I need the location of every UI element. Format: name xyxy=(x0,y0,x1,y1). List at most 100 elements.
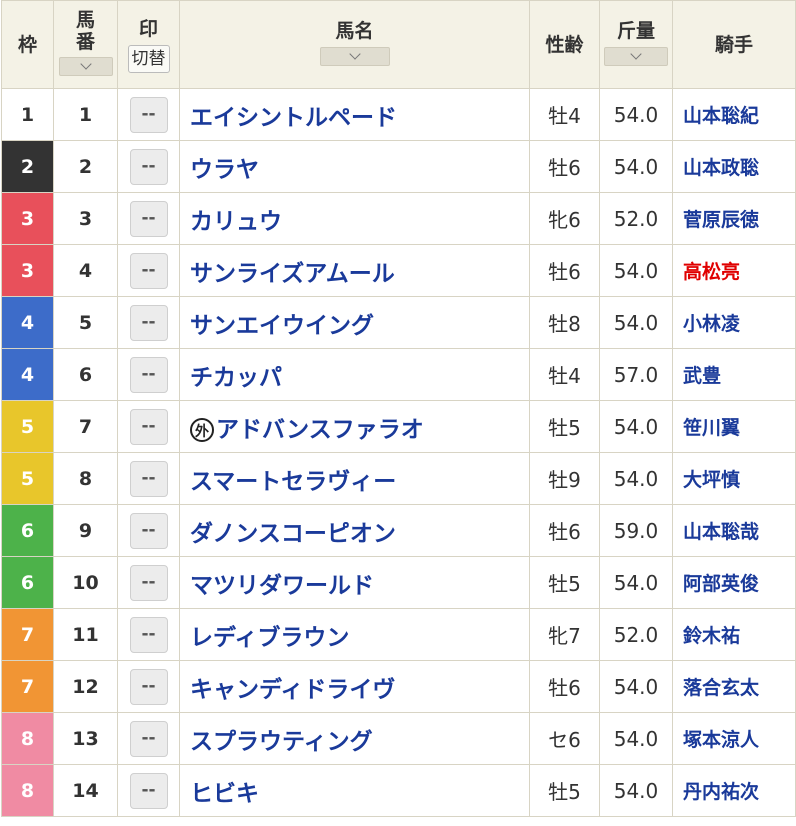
waku-cell: 3 xyxy=(1,192,54,245)
header-umaban: 馬番 xyxy=(53,0,118,89)
mark-select-button[interactable]: -- xyxy=(129,252,168,289)
waku-cell: 6 xyxy=(1,504,54,557)
umaban-cell: 5 xyxy=(53,296,118,349)
sex-age-cell: 牡6 xyxy=(529,244,600,297)
waku-cell: 2 xyxy=(1,140,54,193)
table-row: 8 13 -- スプラウティング セ6 54.0 塚本涼人 xyxy=(1,712,796,765)
header-jockey-label: 騎手 xyxy=(714,33,753,56)
header-horse-label: 馬名 xyxy=(335,19,374,42)
weight-cell: 54.0 xyxy=(599,556,673,609)
header-row: 枠 馬番 印 切替 馬名 性齢 斤量 騎手 xyxy=(1,0,796,89)
jockey-link[interactable]: 武豊 xyxy=(672,348,796,401)
horse-name-link[interactable]: ダノンスコーピオン xyxy=(179,504,530,557)
jockey-link[interactable]: 落合玄太 xyxy=(672,660,796,713)
mark-select-button[interactable]: -- xyxy=(129,512,168,549)
sex-age-cell: 牡9 xyxy=(529,452,600,505)
horse-name-link[interactable]: ウラヤ xyxy=(179,140,530,193)
table-row: 5 7 -- 外アドバンスファラオ 牡5 54.0 笹川翼 xyxy=(1,400,796,453)
waku-cell: 6 xyxy=(1,556,54,609)
umaban-cell: 9 xyxy=(53,504,118,557)
sex-age-cell: 牝7 xyxy=(529,608,600,661)
mark-cell: -- xyxy=(117,764,180,817)
table-row: 1 1 -- エイシントルペード 牡4 54.0 山本聡紀 xyxy=(1,88,796,141)
waku-cell: 8 xyxy=(1,712,54,765)
horse-name-link[interactable]: サンライズアムール xyxy=(179,244,530,297)
mark-select-button[interactable]: -- xyxy=(129,148,168,185)
mark-select-button[interactable]: -- xyxy=(129,564,168,601)
horse-name-link[interactable]: エイシントルペード xyxy=(179,88,530,141)
header-mark: 印 切替 xyxy=(117,0,180,89)
horse-name-link[interactable]: チカッパ xyxy=(179,348,530,401)
waku-cell: 1 xyxy=(1,88,54,141)
jockey-link[interactable]: 山本聡紀 xyxy=(672,88,796,141)
sort-weight-button[interactable] xyxy=(604,46,668,66)
waku-cell: 7 xyxy=(1,608,54,661)
mark-cell: -- xyxy=(117,504,180,557)
header-umaban-label: 馬番 xyxy=(75,8,95,53)
horse-name-link[interactable]: スマートセラヴィー xyxy=(179,452,530,505)
table-row: 3 3 -- カリュウ 牝6 52.0 菅原辰徳 xyxy=(1,192,796,245)
jockey-link[interactable]: 丹内祐次 xyxy=(672,764,796,817)
mark-select-button[interactable]: -- xyxy=(129,408,168,445)
table-row: 7 11 -- レディブラウン 牝7 52.0 鈴木祐 xyxy=(1,608,796,661)
jockey-link[interactable]: 阿部英俊 xyxy=(672,556,796,609)
weight-cell: 54.0 xyxy=(599,244,673,297)
waku-cell: 5 xyxy=(1,400,54,453)
jockey-link[interactable]: 笹川翼 xyxy=(672,400,796,453)
sex-age-cell: 牡6 xyxy=(529,140,600,193)
weight-cell: 57.0 xyxy=(599,348,673,401)
chevron-down-icon xyxy=(79,57,92,70)
jockey-link[interactable]: 菅原辰徳 xyxy=(672,192,796,245)
jockey-link[interactable]: 高松亮 xyxy=(672,244,796,297)
weight-cell: 52.0 xyxy=(599,192,673,245)
weight-cell: 54.0 xyxy=(599,140,673,193)
mark-select-button[interactable]: -- xyxy=(129,616,168,653)
weight-cell: 54.0 xyxy=(599,712,673,765)
jockey-link[interactable]: 山本政聡 xyxy=(672,140,796,193)
mark-select-button[interactable]: -- xyxy=(129,772,168,809)
horse-name-text: アドバンスファラオ xyxy=(216,416,424,443)
mark-select-button[interactable]: -- xyxy=(129,460,168,497)
waku-cell: 4 xyxy=(1,296,54,349)
mark-switch-button[interactable]: 切替 xyxy=(127,44,170,73)
mark-cell: -- xyxy=(117,348,180,401)
sort-umaban-button[interactable] xyxy=(58,56,113,76)
mark-select-button[interactable]: -- xyxy=(129,304,168,341)
waku-cell: 4 xyxy=(1,348,54,401)
horse-name-link[interactable]: キャンディドライヴ xyxy=(179,660,530,713)
horse-name-link[interactable]: スプラウティング xyxy=(179,712,530,765)
jockey-link[interactable]: 鈴木祐 xyxy=(672,608,796,661)
horse-name-link[interactable]: サンエイウイング xyxy=(179,296,530,349)
umaban-cell: 12 xyxy=(53,660,118,713)
chevron-down-icon xyxy=(630,47,642,60)
mark-cell: -- xyxy=(117,88,180,141)
horse-name-link[interactable]: ヒビキ xyxy=(179,764,530,817)
jockey-link[interactable]: 塚本涼人 xyxy=(672,712,796,765)
horse-name-link[interactable]: 外アドバンスファラオ xyxy=(179,400,530,453)
mark-select-button[interactable]: -- xyxy=(129,668,168,705)
sex-age-cell: 牡4 xyxy=(529,88,600,141)
sex-age-cell: 牡6 xyxy=(529,504,600,557)
sex-age-cell: 牡8 xyxy=(529,296,600,349)
jockey-link[interactable]: 小林凌 xyxy=(672,296,796,349)
table-row: 7 12 -- キャンディドライヴ 牡6 54.0 落合玄太 xyxy=(1,660,796,713)
horse-name-link[interactable]: レディブラウン xyxy=(179,608,530,661)
weight-cell: 52.0 xyxy=(599,608,673,661)
mark-cell: -- xyxy=(117,712,180,765)
horse-name-link[interactable]: マツリダワールド xyxy=(179,556,530,609)
header-sex-age-label: 性齢 xyxy=(545,33,584,56)
umaban-cell: 3 xyxy=(53,192,118,245)
jockey-link[interactable]: 大坪慎 xyxy=(672,452,796,505)
jockey-link[interactable]: 山本聡哉 xyxy=(672,504,796,557)
header-weight-label: 斤量 xyxy=(616,19,655,42)
header-sex-age: 性齢 xyxy=(529,0,600,89)
horse-name-link[interactable]: カリュウ xyxy=(179,192,530,245)
sort-horse-button[interactable] xyxy=(319,46,390,66)
mark-select-button[interactable]: -- xyxy=(129,96,168,133)
chevron-down-icon xyxy=(348,47,361,60)
umaban-cell: 8 xyxy=(53,452,118,505)
mark-select-button[interactable]: -- xyxy=(129,356,168,393)
umaban-cell: 2 xyxy=(53,140,118,193)
mark-select-button[interactable]: -- xyxy=(129,200,168,237)
mark-select-button[interactable]: -- xyxy=(129,720,168,757)
